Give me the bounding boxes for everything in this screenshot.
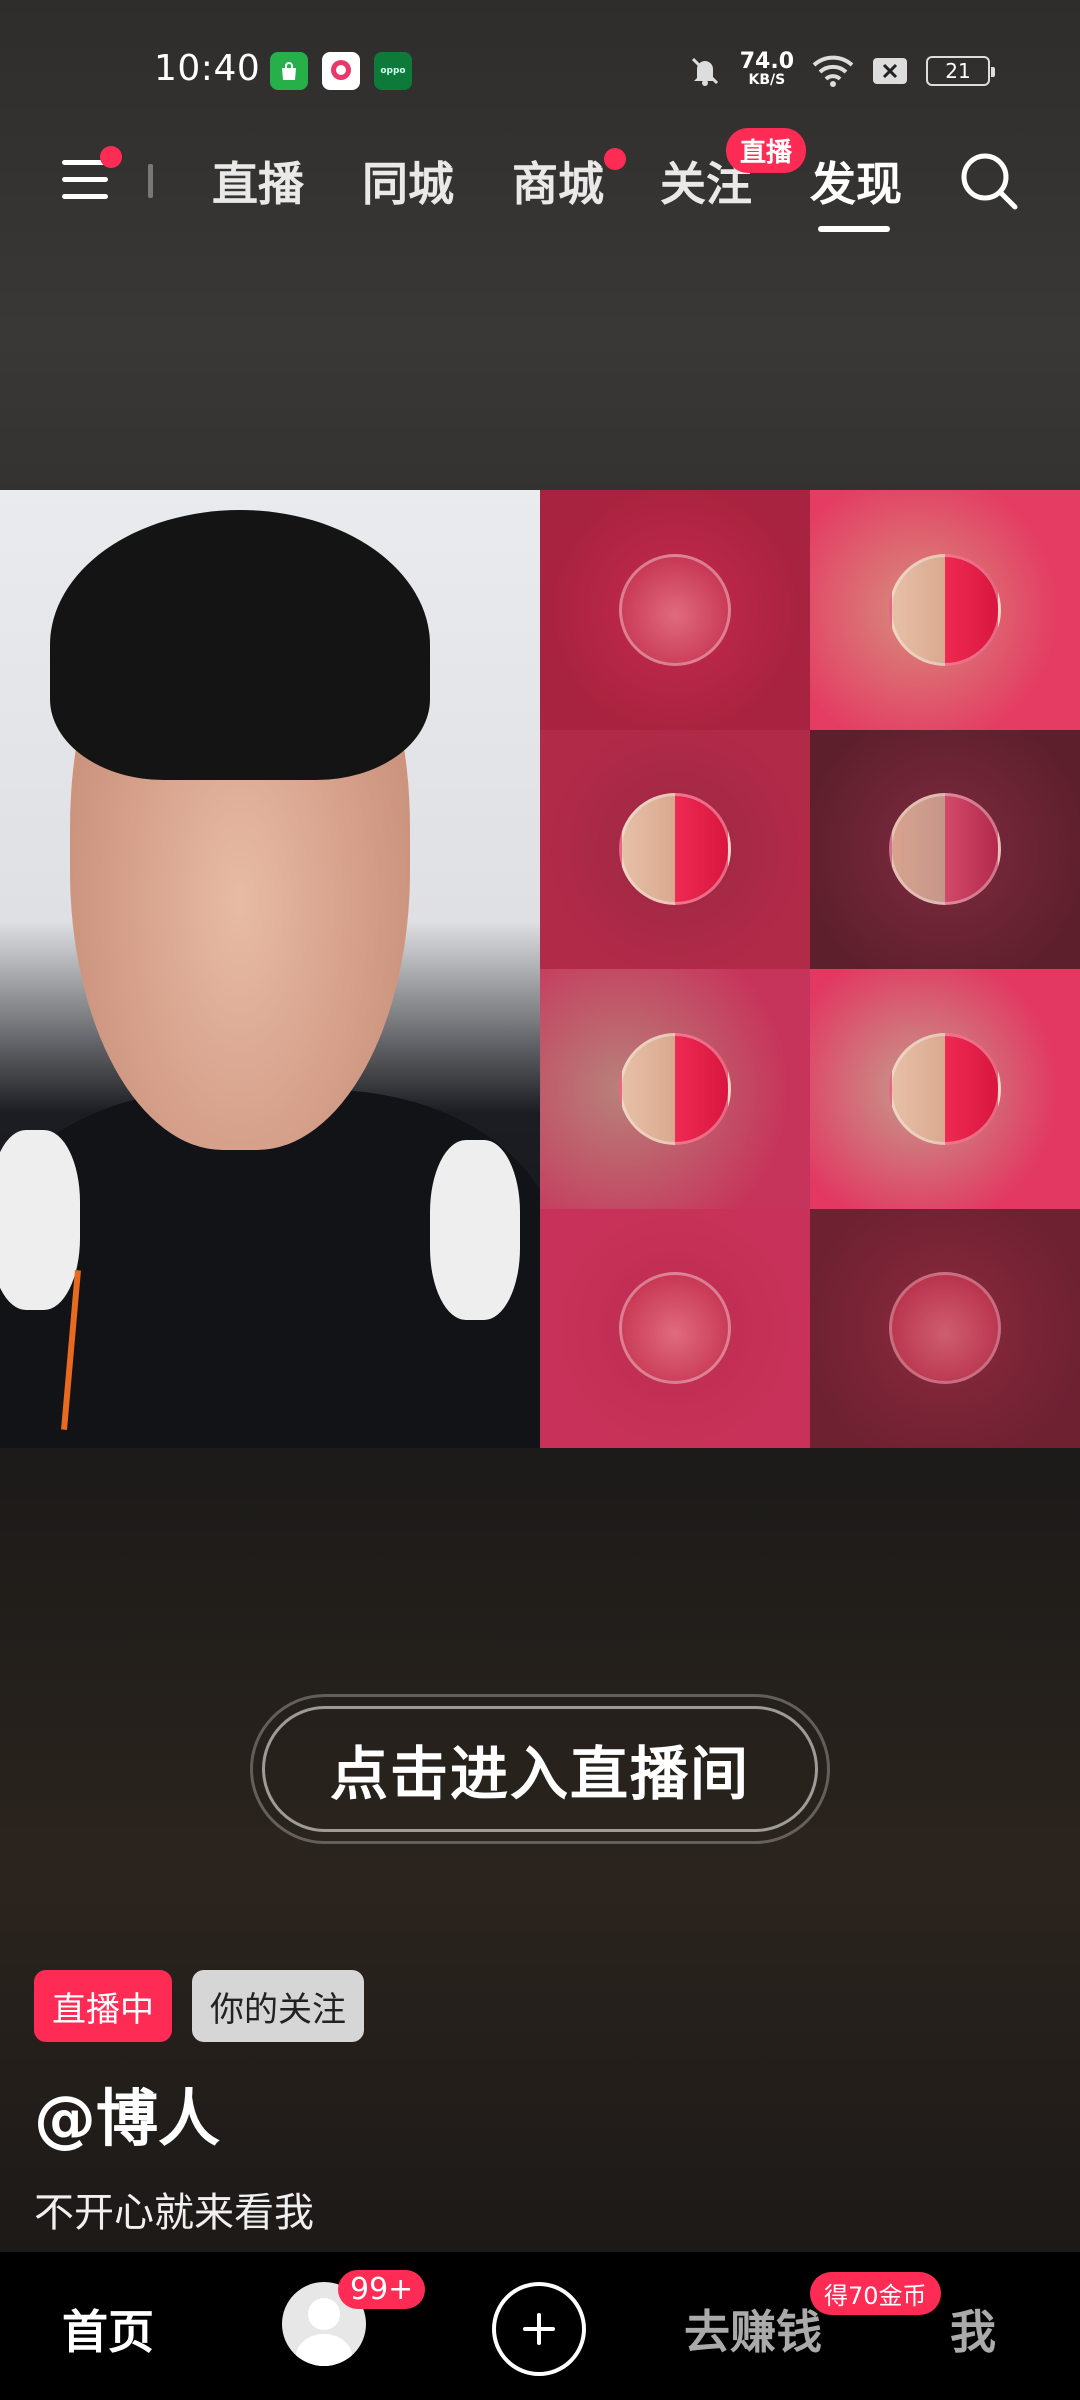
- earn-coins-badge: 得70金币: [810, 2272, 941, 2315]
- effect-cell: [810, 969, 1080, 1209]
- nav-divider: [148, 164, 153, 198]
- effect-face: [889, 1032, 1001, 1145]
- streamer-hair: [50, 510, 430, 780]
- search-button[interactable]: [958, 150, 1020, 212]
- stream-description: 不开心就来看我: [34, 2190, 314, 2236]
- top-nav: 直播 同城 商城 关注 直播 发现: [0, 128, 1080, 240]
- tab-following[interactable]: 关注 直播: [660, 128, 807, 214]
- bottom-nav: 首页 99+ 去赚钱 得70金币 我: [0, 2252, 1080, 2400]
- tab-mall-label: 商城: [512, 157, 604, 211]
- effect-cell: [810, 1208, 1080, 1448]
- effect-face: [619, 1272, 731, 1385]
- nav-me[interactable]: 我: [950, 2296, 996, 2362]
- following-badge: 你的关注: [192, 1970, 364, 2042]
- plus-icon: [523, 2313, 555, 2345]
- stream-info: 直播中 你的关注 @博人 不开心就来看我: [34, 1970, 934, 2238]
- net-speed-value: 74.0: [739, 49, 794, 74]
- effect-cell: [540, 729, 810, 969]
- effect-face: [889, 1272, 1001, 1385]
- streamer-username[interactable]: @博人: [34, 2068, 934, 2158]
- effect-cell: [810, 729, 1080, 969]
- jacket-stripe-right: [430, 1140, 520, 1320]
- battery-level: 21: [945, 59, 971, 83]
- wifi-icon: [812, 55, 854, 87]
- tab-live[interactable]: 直播: [212, 148, 304, 214]
- effect-face: [619, 553, 731, 666]
- search-icon: [961, 153, 1018, 210]
- shopping-bag-app-icon: [270, 52, 308, 90]
- oppo-app-icon: oppo: [374, 52, 412, 90]
- enter-live-room-button[interactable]: 点击进入直播间: [250, 1694, 830, 1844]
- menu-notification-dot: [100, 146, 122, 168]
- effect-cell: [540, 1208, 810, 1448]
- jacket-stripe-left: [0, 1130, 80, 1310]
- live-now-badge: 直播中: [34, 1970, 172, 2042]
- mute-bell-icon: [691, 57, 718, 86]
- battery-indicator: 21: [926, 56, 995, 86]
- tab-active-underline: [818, 226, 890, 232]
- create-button[interactable]: [492, 2282, 586, 2376]
- status-bar: 10:40 oppo 74.0 KB/S 21: [0, 0, 1080, 130]
- tab-discover-label: 发现: [810, 157, 902, 211]
- effect-grid: [540, 490, 1080, 1448]
- tab-local-label: 同城: [362, 157, 454, 211]
- effect-cell: [540, 490, 810, 730]
- streamer-video: [0, 490, 540, 1448]
- effect-face: [619, 793, 731, 906]
- no-sim-icon: [873, 58, 907, 84]
- effect-cell: [810, 490, 1080, 730]
- nav-earn[interactable]: 去赚钱: [684, 2296, 822, 2362]
- effect-cell: [540, 969, 810, 1209]
- live-stream-preview[interactable]: [0, 490, 1080, 1448]
- tab-mall[interactable]: 商城: [512, 148, 626, 214]
- status-right-group: 74.0 KB/S 21: [688, 48, 995, 94]
- effect-face: [619, 1032, 731, 1145]
- effect-face: [889, 793, 1001, 906]
- enter-live-room-label: 点击进入直播间: [262, 1706, 818, 1832]
- tab-mall-dot: [604, 148, 626, 170]
- status-time: 10:40: [154, 48, 261, 89]
- tab-live-label: 直播: [212, 157, 304, 211]
- tab-discover[interactable]: 发现: [810, 148, 902, 232]
- stream-badges: 直播中 你的关注: [34, 1970, 934, 2042]
- effect-face: [889, 553, 1001, 666]
- net-speed: 74.0 KB/S: [739, 49, 794, 89]
- menu-button[interactable]: [58, 146, 122, 208]
- nav-home[interactable]: 首页: [62, 2296, 154, 2362]
- chat-app-icon: [322, 52, 360, 90]
- tab-following-live-badge: 直播: [726, 128, 807, 173]
- tab-local[interactable]: 同城: [362, 148, 454, 214]
- avatar-notification-badge: 99+: [338, 2270, 426, 2309]
